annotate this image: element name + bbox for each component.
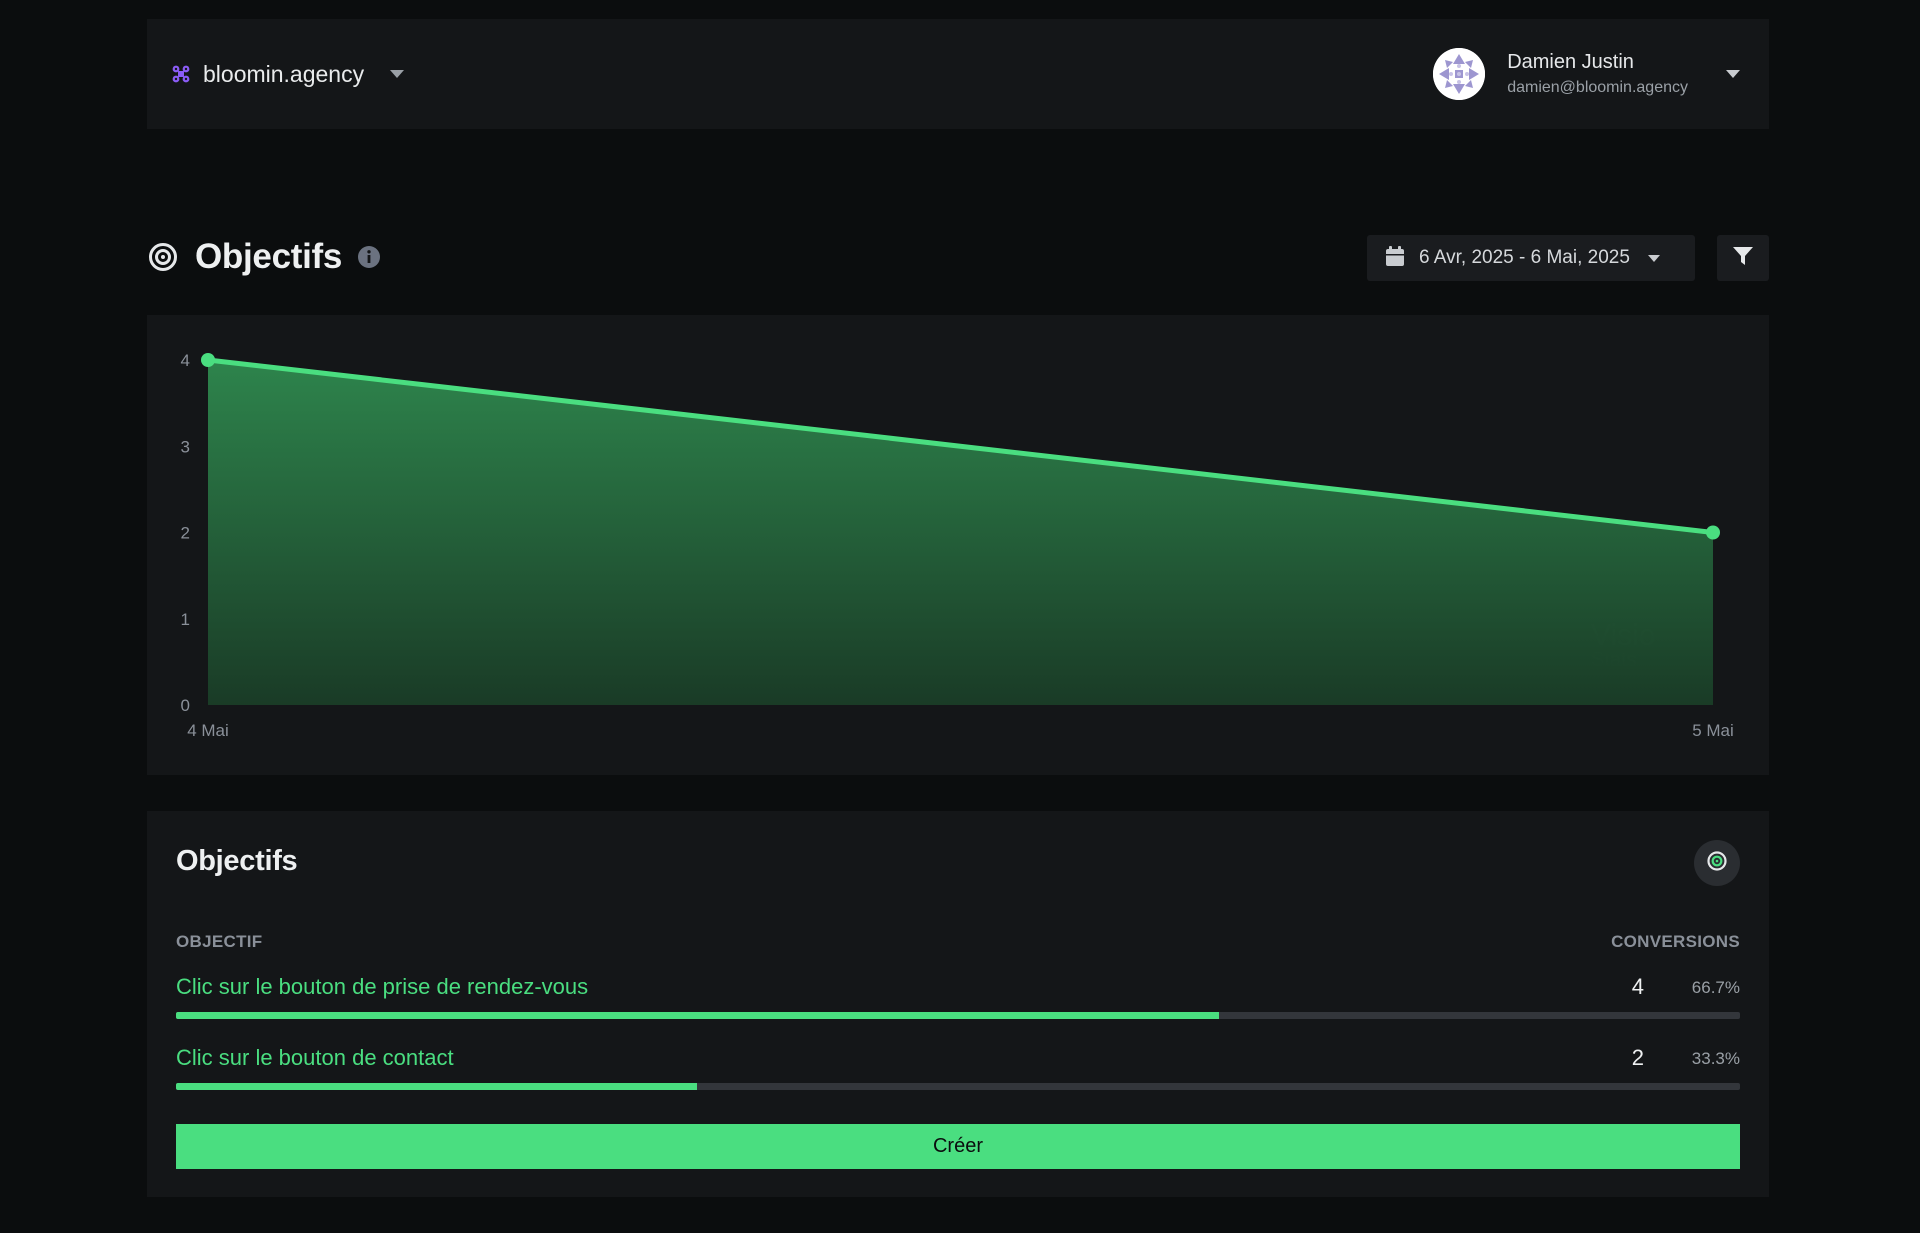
workspace-name: bloomin.agency: [203, 60, 365, 87]
y-tick-label: 2: [181, 524, 190, 543]
avatar: [1433, 48, 1486, 100]
list-item: Clic sur le bouton de contact 2 33.3%: [176, 1045, 1740, 1095]
goals-panel: Objectifs OBJECTIF CONVERSIONS Clic sur …: [147, 811, 1769, 1197]
date-range-label: 6 Avr, 2025 - 6 Mai, 2025: [1419, 247, 1630, 268]
brand-logo-icon: [171, 64, 191, 84]
progress-bar: [176, 1012, 1740, 1019]
list-item: Clic sur le bouton de prise de rendez-vo…: [176, 974, 1740, 1024]
y-tick-label: 4: [181, 351, 190, 370]
top-bar: bloomin.agency Damien Justin damien@bloo…: [147, 19, 1769, 129]
page-header: Objectifs 6 Avr, 2025 - 6 Mai, 2025: [147, 232, 1769, 282]
progress-fill: [176, 1012, 1220, 1019]
goal-label[interactable]: Clic sur le bouton de prise de rendez-vo…: [176, 974, 588, 1000]
goal-percent: 33.3%: [1691, 1049, 1740, 1068]
calendar-icon: [1385, 245, 1405, 272]
chevron-down-icon: [1726, 70, 1740, 78]
filter-button[interactable]: [1717, 235, 1769, 281]
goal-label[interactable]: Clic sur le bouton de contact: [176, 1045, 454, 1071]
user-email: damien@bloomin.agency: [1507, 79, 1688, 96]
goals-title: Objectifs: [176, 845, 298, 877]
date-range-picker[interactable]: 6 Avr, 2025 - 6 Mai, 2025: [1367, 235, 1695, 281]
goal-percent: 66.7%: [1691, 978, 1740, 997]
goal-count: 2: [1631, 1045, 1644, 1070]
progress-fill: [176, 1083, 697, 1090]
column-header-conversions: CONVERSIONS: [1611, 932, 1740, 951]
data-point: [1706, 525, 1720, 540]
data-point: [201, 353, 215, 367]
user-menu[interactable]: Damien Justin damien@bloomin.agency: [1433, 48, 1740, 100]
x-tick-label: 5 Mai: [1692, 721, 1734, 740]
progress-bar: [176, 1083, 1740, 1090]
column-header-objective: OBJECTIF: [176, 932, 263, 951]
goals-settings-button[interactable]: [1694, 840, 1740, 886]
series-area: [208, 360, 1713, 705]
chevron-down-icon: [1647, 254, 1660, 262]
area-chart: VisioStats 012344 Mai5 Mai: [181, 351, 1734, 740]
workspace-selector[interactable]: bloomin.agency: [171, 60, 405, 88]
create-goal-button[interactable]: Créer: [176, 1124, 1740, 1169]
goal-count: 4: [1631, 974, 1644, 999]
user-name: Damien Justin: [1507, 51, 1634, 73]
info-icon[interactable]: [357, 245, 381, 269]
y-tick-label: 0: [181, 696, 190, 715]
target-icon: [1706, 850, 1728, 877]
chevron-down-icon: [390, 70, 405, 78]
target-icon: [147, 241, 179, 273]
y-tick-label: 3: [181, 437, 190, 456]
page-title: Objectifs: [195, 237, 343, 276]
x-tick-label: 4 Mai: [187, 721, 229, 740]
filter-icon: [1732, 245, 1754, 272]
goals-chart: VisioStats 012344 Mai5 Mai: [147, 315, 1769, 775]
y-tick-label: 1: [181, 610, 190, 629]
